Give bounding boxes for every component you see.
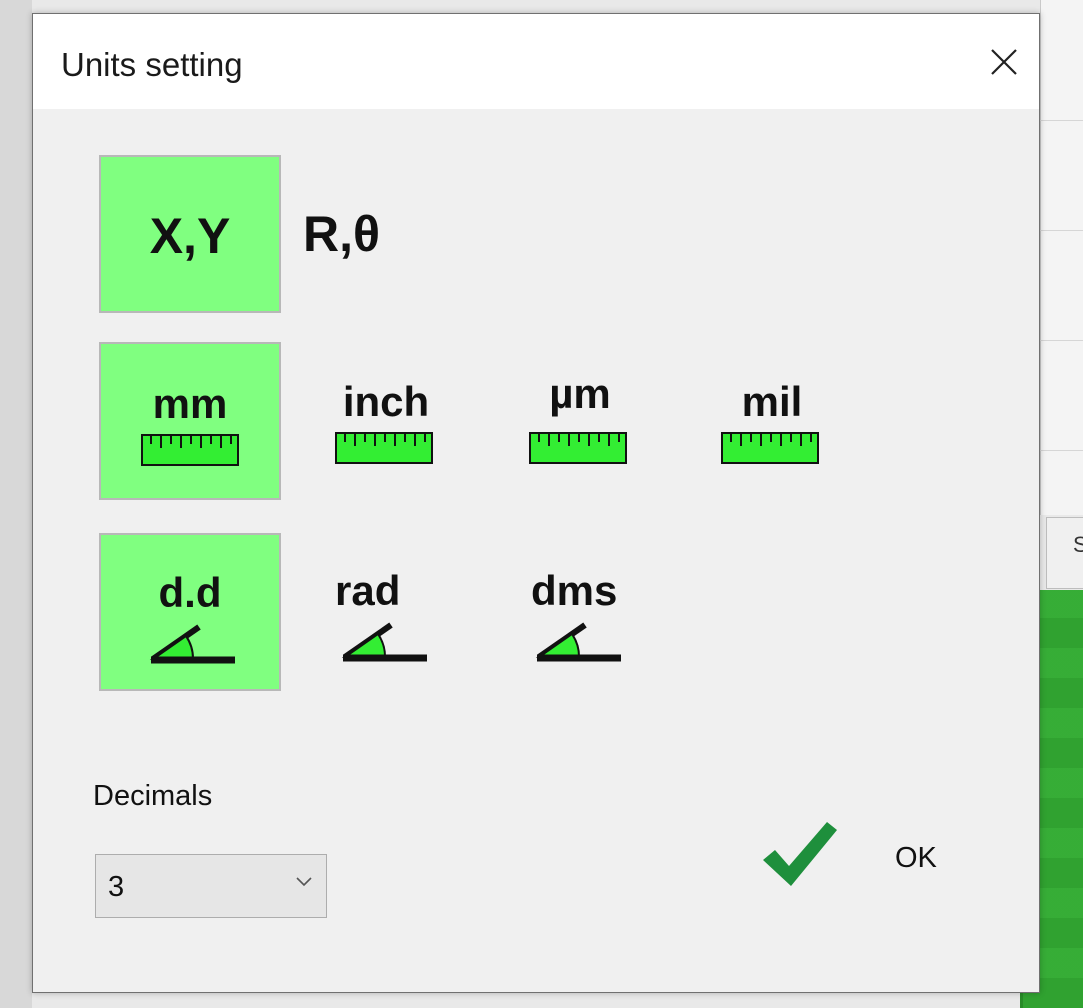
decimals-select[interactable]: 3	[95, 854, 327, 918]
unit-um-button[interactable]: µm	[489, 342, 671, 500]
background-grid-line	[1040, 450, 1083, 451]
angle-icon	[535, 622, 621, 662]
unit-um-label: µm	[549, 370, 611, 417]
background-app-panel	[1040, 0, 1083, 515]
angle-rad-label: rad	[335, 567, 401, 614]
angle-icon	[341, 622, 427, 662]
angle-dd-button[interactable]: d.d	[99, 533, 281, 691]
angle-dd-label: d.d	[158, 569, 222, 616]
background-app-left	[0, 0, 32, 1008]
units-setting-dialog: Units setting X,Y R,θ mm inch µm mil d.d…	[32, 13, 1040, 993]
dialog-title: Units setting	[61, 46, 243, 83]
ruler-icon	[529, 432, 627, 464]
decimals-value: 3	[108, 871, 125, 903]
checkmark-icon	[763, 822, 837, 886]
angle-icon	[149, 624, 235, 664]
unit-mm-button[interactable]: mm	[99, 342, 281, 500]
ruler-icon	[141, 434, 239, 466]
chevron-down-icon	[296, 877, 312, 887]
unit-mil-label: mil	[741, 378, 803, 425]
background-grid-line	[1040, 120, 1083, 121]
angle-rad-button[interactable]: rad	[295, 533, 477, 691]
unit-mil-button[interactable]: mil	[681, 342, 863, 500]
background-tab-text: S	[1073, 532, 1083, 557]
decimals-label: Decimals	[93, 780, 213, 812]
angle-dms-button[interactable]: dms	[489, 533, 671, 691]
unit-inch-button[interactable]: inch	[295, 342, 477, 500]
unit-mm-label: mm	[152, 380, 228, 427]
ruler-icon	[335, 432, 433, 464]
coord-r-theta-button[interactable]: R,θ	[295, 155, 477, 313]
background-grid-line	[1040, 340, 1083, 341]
background-grid-line	[1040, 230, 1083, 231]
close-icon	[991, 49, 1017, 75]
dialog-titlebar: Units setting	[33, 14, 1039, 109]
ok-label: OK	[895, 842, 937, 874]
ok-button[interactable]: OK	[753, 814, 973, 904]
unit-inch-label: inch	[342, 378, 430, 425]
angle-dms-label: dms	[531, 567, 618, 614]
close-button[interactable]	[969, 14, 1039, 109]
coord-xy-label: X,Y	[149, 208, 231, 264]
coord-xy-button[interactable]: X,Y	[99, 155, 281, 313]
coord-r-theta-label: R,θ	[303, 206, 381, 262]
ruler-icon	[721, 432, 819, 464]
background-app-tab: S	[1046, 517, 1083, 589]
